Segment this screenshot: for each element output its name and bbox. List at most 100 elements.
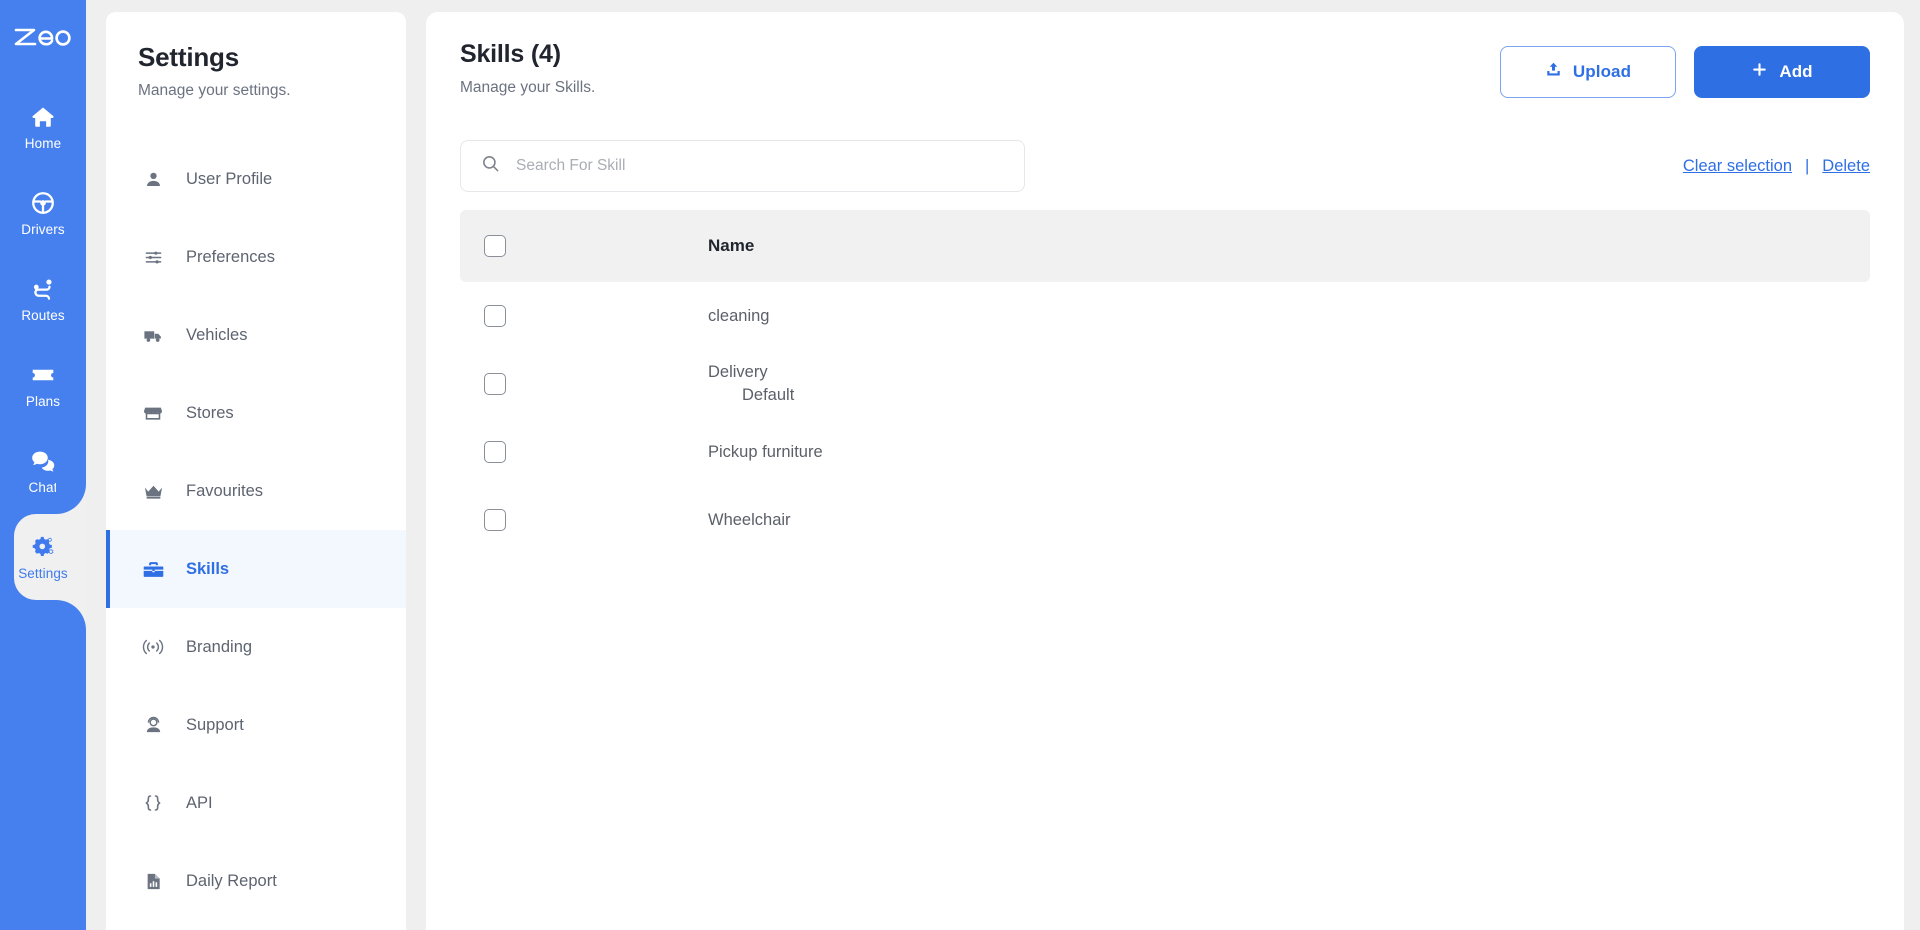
page-subtitle: Manage your Skills. [460,79,596,96]
plus-icon [1751,61,1768,83]
gears-icon [30,534,56,560]
sidebar-item-user-profile[interactable]: User Profile [106,140,406,218]
support-agent-icon [142,716,164,735]
upload-icon [1545,61,1562,83]
sidebar-item-label: Branding [186,637,253,656]
row-checkbox-cell [484,305,708,327]
row-name-sub: Default [742,386,795,404]
row-name-cell: Delivery Default [708,363,1870,405]
crown-icon [142,481,164,502]
row-name: cleaning [708,306,770,325]
rail-item-label: Home [24,135,62,151]
table-row[interactable]: Wheelchair [460,486,1870,554]
sliders-icon [142,248,164,267]
select-all-checkbox[interactable] [484,235,506,257]
steering-wheel-icon [30,190,56,216]
toolbox-icon [142,559,164,580]
sidebar-item-preferences[interactable]: Preferences [106,218,406,296]
chat-bubbles-icon [30,448,56,474]
rail-item-label: Plans [25,393,61,409]
main-content: Skills (4) Manage your Skills. Upload Ad… [426,12,1904,930]
store-icon [142,403,164,423]
settings-panel: Settings Manage your settings. User Prof… [106,12,406,930]
row-checkbox[interactable] [484,373,506,395]
sidebar-item-label: User Profile [186,169,273,188]
route-icon [30,276,56,302]
rail-item-label: Settings [18,565,68,581]
row-checkbox-cell [484,441,708,463]
selection-actions: Clear selection | Delete [1683,157,1870,176]
row-name-cell: Wheelchair [708,511,1870,530]
row-name: Wheelchair [708,510,791,529]
primary-nav-rail: Home Drivers Routes Plans Chat Settings [0,0,86,930]
sidebar-item-label: Skills [186,559,230,578]
notch-corner-top [56,484,86,514]
rail-item-label: Drivers [21,221,65,237]
content-header: Skills (4) Manage your Skills. Upload Ad… [460,40,1870,98]
rail-item-plans[interactable]: Plans [0,342,86,428]
table-header-row: Name [460,210,1870,282]
row-checkbox[interactable] [484,441,506,463]
row-name: Pickup furniture [708,442,823,461]
row-checkbox-cell [484,373,708,395]
delete-link[interactable]: Delete [1822,157,1870,176]
rail-item-label: Chat [28,479,58,495]
sidebar-item-branding[interactable]: Branding [106,608,406,686]
page-title: Skills (4) [460,40,561,68]
zeo-logo[interactable] [12,14,74,58]
rail-item-label: Routes [21,307,65,323]
table-row[interactable]: Pickup furniture [460,418,1870,486]
sidebar-item-skills[interactable]: Skills [106,530,406,608]
add-button-label: Add [1779,62,1813,81]
clear-selection-link[interactable]: Clear selection [1683,157,1792,176]
settings-subtitle: Manage your settings. [138,82,291,99]
search-container [460,140,1025,192]
sidebar-item-label: Stores [186,403,234,422]
add-button[interactable]: Add [1694,46,1870,98]
settings-menu: User Profile Preferences Vehicles Stores… [106,140,406,920]
sidebar-item-daily-report[interactable]: Daily Report [106,842,406,920]
sidebar-item-vehicles[interactable]: Vehicles [106,296,406,374]
search-input[interactable] [516,157,1004,175]
settings-header: Settings Manage your settings. [106,42,406,100]
sidebar-item-favourites[interactable]: Favourites [106,452,406,530]
sidebar-item-api[interactable]: API [106,764,406,842]
notch-corner-bottom [56,600,86,630]
upload-button-label: Upload [1572,62,1632,81]
sidebar-item-label: Favourites [186,481,264,500]
table-row[interactable]: Delivery Default [460,350,1870,418]
sidebar-item-label: Vehicles [186,325,248,344]
sidebar-item-label: API [186,793,213,812]
sidebar-item-label: Daily Report [186,871,277,890]
row-checkbox[interactable] [484,305,506,327]
row-name-cell: cleaning [708,307,1870,326]
content-header-text: Skills (4) Manage your Skills. [460,40,595,97]
sidebar-item-label: Support [186,715,244,734]
row-checkbox-cell [484,509,708,531]
upload-button[interactable]: Upload [1500,46,1676,98]
skills-table: Name cleaning Delivery Default Pickup fu… [460,210,1870,554]
column-header-name: Name [708,236,755,255]
report-file-icon [142,872,164,891]
rail-item-settings[interactable]: Settings [0,484,86,630]
zeo-logo-icon [14,28,71,46]
broadcast-icon [142,637,164,657]
row-checkbox[interactable] [484,509,506,531]
sidebar-item-label: Preferences [186,247,275,266]
sidebar-item-support[interactable]: Support [106,686,406,764]
header-checkbox-cell [484,235,708,257]
rail-item-home[interactable]: Home [0,84,86,170]
rail-item-routes[interactable]: Routes [0,256,86,342]
person-icon [142,170,164,189]
home-icon [30,104,56,130]
app-root: Home Drivers Routes Plans Chat Settings … [0,0,1920,930]
header-actions: Upload Add [1500,40,1870,98]
row-name: Delivery [708,363,768,381]
settings-title: Settings [138,42,239,72]
truck-icon [142,325,164,346]
table-row[interactable]: cleaning [460,282,1870,350]
braces-icon [142,793,164,813]
sidebar-item-stores[interactable]: Stores [106,374,406,452]
rail-item-drivers[interactable]: Drivers [0,170,86,256]
row-name-cell: Pickup furniture [708,443,1870,462]
